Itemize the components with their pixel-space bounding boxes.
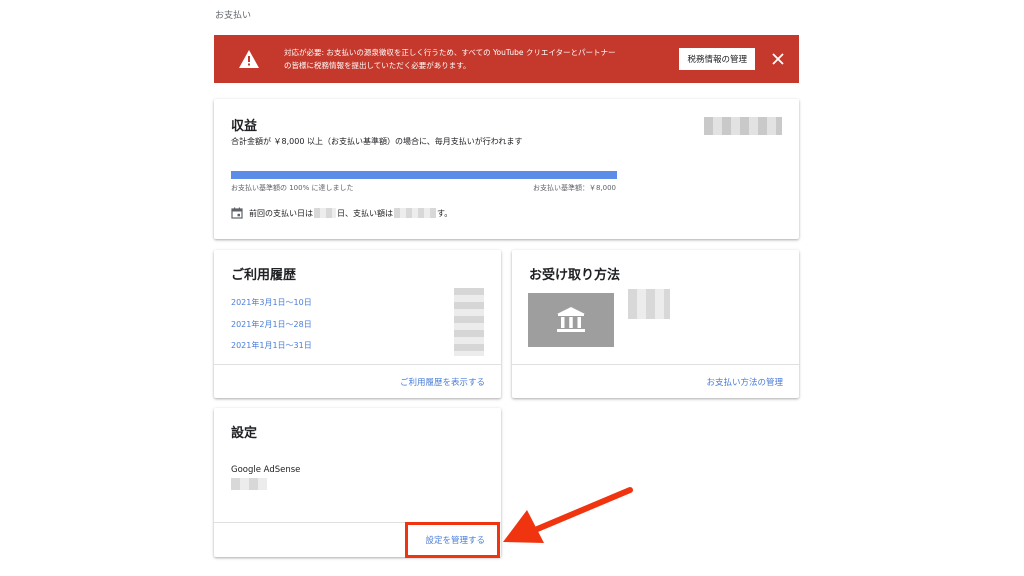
payment-account-redacted <box>628 289 670 319</box>
bank-icon <box>528 293 614 347</box>
payment-method-card: お受け取り方法 お支払い方法の管理 <box>512 250 799 398</box>
settings-adsense-label: Google AdSense <box>231 465 301 475</box>
payment-method-title: お受け取り方法 <box>529 268 621 283</box>
manage-payment-method-link[interactable]: お支払い方法の管理 <box>706 376 783 388</box>
warning-icon <box>214 49 284 69</box>
history-item[interactable]: 2021年3月1日〜10日 <box>231 297 312 308</box>
view-history-link[interactable]: ご利用履歴を表示する <box>400 376 485 388</box>
manage-tax-info-button[interactable]: 税務情報の管理 <box>679 48 755 70</box>
history-card: ご利用履歴 2021年3月1日〜10日 2021年2月1日〜28日 2021年1… <box>214 250 501 398</box>
history-item[interactable]: 2021年2月1日〜28日 <box>231 319 312 330</box>
history-item[interactable]: 2021年1月1日〜31日 <box>231 340 312 351</box>
last-payment-prefix: 前回の支払い日は <box>249 208 313 218</box>
annotation-arrow-icon <box>503 487 633 543</box>
progress-right-label: お支払い基準額：￥8,000 <box>532 184 616 192</box>
last-payment-suffix: す。 <box>437 208 453 218</box>
last-payment-date-redacted <box>314 208 336 218</box>
alert-message: 対応が必要: お支払いの源泉徴収を正しく行うため、すべての YouTube クリ… <box>284 46 679 72</box>
payment-method-divider <box>512 364 799 365</box>
highlight-box <box>405 522 500 558</box>
alert-text-line2: の皆様に税務情報を提出していただく必要があります。 <box>284 61 471 70</box>
history-title: ご利用履歴 <box>231 268 297 283</box>
last-payment-amount-redacted <box>394 208 436 218</box>
revenue-card: 収益 合計金額が ￥8,000 以上（お支払い基準額）の場合に、毎月支払いが行わ… <box>214 99 799 239</box>
settings-title: 設定 <box>231 426 258 441</box>
revenue-title: 収益 <box>231 119 258 134</box>
alert-text-line1: 対応が必要: お支払いの源泉徴収を正しく行うため、すべての YouTube クリ… <box>284 48 616 57</box>
adsense-id-redacted <box>231 478 267 490</box>
last-payment-mid: 日、支払い額は <box>337 208 393 218</box>
payment-threshold-progress <box>231 171 617 179</box>
close-icon[interactable] <box>765 46 791 72</box>
revenue-subtitle: 合計金額が ￥8,000 以上（お支払い基準額）の場合に、毎月支払いが行われます <box>231 137 523 146</box>
calendar-icon <box>231 207 243 219</box>
progress-left-label: お支払い基準額の 100% に達しました <box>231 184 354 192</box>
progress-fill <box>231 171 617 179</box>
history-divider <box>214 364 501 365</box>
last-payment-info: 前回の支払い日は 日、支払い額は す。 <box>231 207 452 219</box>
tax-alert-banner: 対応が必要: お支払いの源泉徴収を正しく行うため、すべての YouTube クリ… <box>214 35 799 83</box>
history-amounts-redacted <box>454 288 484 356</box>
page-title: お支払い <box>215 11 252 21</box>
revenue-amount-redacted <box>704 117 782 135</box>
